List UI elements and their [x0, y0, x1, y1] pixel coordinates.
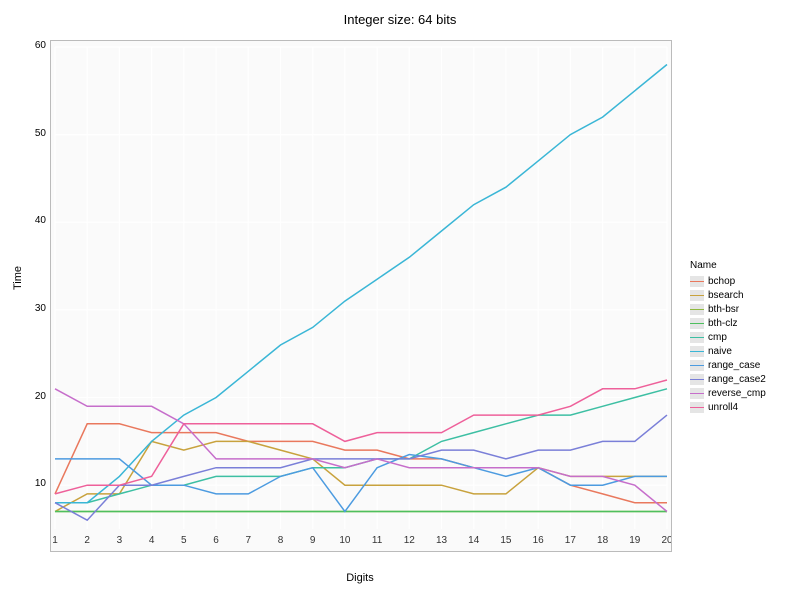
- plot-area: 1234567891011121314151617181920: [50, 40, 672, 552]
- legend-label: unroll4: [708, 402, 738, 413]
- legend-item-bchop: bchop: [690, 274, 766, 288]
- x-tick-label: 15: [500, 535, 512, 546]
- x-tick-label: 9: [310, 535, 316, 546]
- legend-item-naive: naive: [690, 344, 766, 358]
- x-tick-label: 10: [339, 535, 351, 546]
- legend-swatch: [690, 402, 704, 413]
- x-tick-label: 19: [629, 535, 641, 546]
- legend-label: reverse_cmp: [708, 388, 766, 399]
- legend-item-bth-bsr: bth-bsr: [690, 302, 766, 316]
- legend-label: naive: [708, 346, 732, 357]
- legend: Name bchop bsearch bth-bsr bth-clz cmp naive r…: [690, 260, 766, 414]
- y-tick-label: 40: [30, 215, 46, 226]
- legend-swatch: [690, 332, 704, 343]
- x-tick-label: 20: [661, 535, 671, 546]
- y-axis-label: Time: [12, 266, 24, 290]
- y-tick-label: 60: [30, 40, 46, 51]
- x-tick-label: 5: [181, 535, 187, 546]
- legend-item-cmp: cmp: [690, 330, 766, 344]
- legend-swatch: [690, 360, 704, 371]
- x-tick-label: 7: [245, 535, 251, 546]
- legend-swatch: [690, 304, 704, 315]
- x-tick-label: 8: [278, 535, 284, 546]
- x-tick-label: 2: [84, 535, 90, 546]
- legend-item-range_case: range_case: [690, 358, 766, 372]
- legend-label: cmp: [708, 332, 727, 343]
- y-tick-label: 30: [30, 303, 46, 314]
- legend-label: bth-bsr: [708, 304, 739, 315]
- plot-svg: 1234567891011121314151617181920: [51, 41, 671, 551]
- x-axis-label: Digits: [50, 572, 670, 584]
- x-tick-label: 13: [436, 535, 448, 546]
- legend-swatch: [690, 290, 704, 301]
- legend-item-unroll4: unroll4: [690, 400, 766, 414]
- legend-title: Name: [690, 260, 766, 271]
- x-tick-label: 3: [117, 535, 123, 546]
- x-tick-label: 17: [565, 535, 577, 546]
- x-tick-label: 4: [149, 535, 155, 546]
- y-tick-label: 20: [30, 391, 46, 402]
- x-tick-label: 6: [213, 535, 219, 546]
- legend-label: bchop: [708, 276, 735, 287]
- x-tick-label: 1: [52, 535, 58, 546]
- legend-swatch: [690, 388, 704, 399]
- x-tick-label: 14: [468, 535, 480, 546]
- legend-label: range_case: [708, 360, 760, 371]
- legend-swatch: [690, 346, 704, 357]
- legend-swatch: [690, 276, 704, 287]
- chart-title: Integer size: 64 bits: [0, 12, 800, 27]
- x-tick-label: 16: [533, 535, 545, 546]
- y-tick-label: 50: [30, 128, 46, 139]
- legend-item-reverse_cmp: reverse_cmp: [690, 386, 766, 400]
- legend-label: bth-clz: [708, 318, 737, 329]
- x-tick-label: 11: [372, 535, 383, 546]
- legend-swatch: [690, 374, 704, 385]
- legend-label: bsearch: [708, 290, 744, 301]
- x-tick-label: 18: [597, 535, 609, 546]
- x-tick-label: 12: [404, 535, 416, 546]
- chart-container: Integer size: 64 bits 123456789101112131…: [0, 0, 800, 600]
- legend-swatch: [690, 318, 704, 329]
- legend-item-range_case2: range_case2: [690, 372, 766, 386]
- legend-item-bth-clz: bth-clz: [690, 316, 766, 330]
- y-tick-label: 10: [30, 478, 46, 489]
- legend-item-bsearch: bsearch: [690, 288, 766, 302]
- legend-label: range_case2: [708, 374, 766, 385]
